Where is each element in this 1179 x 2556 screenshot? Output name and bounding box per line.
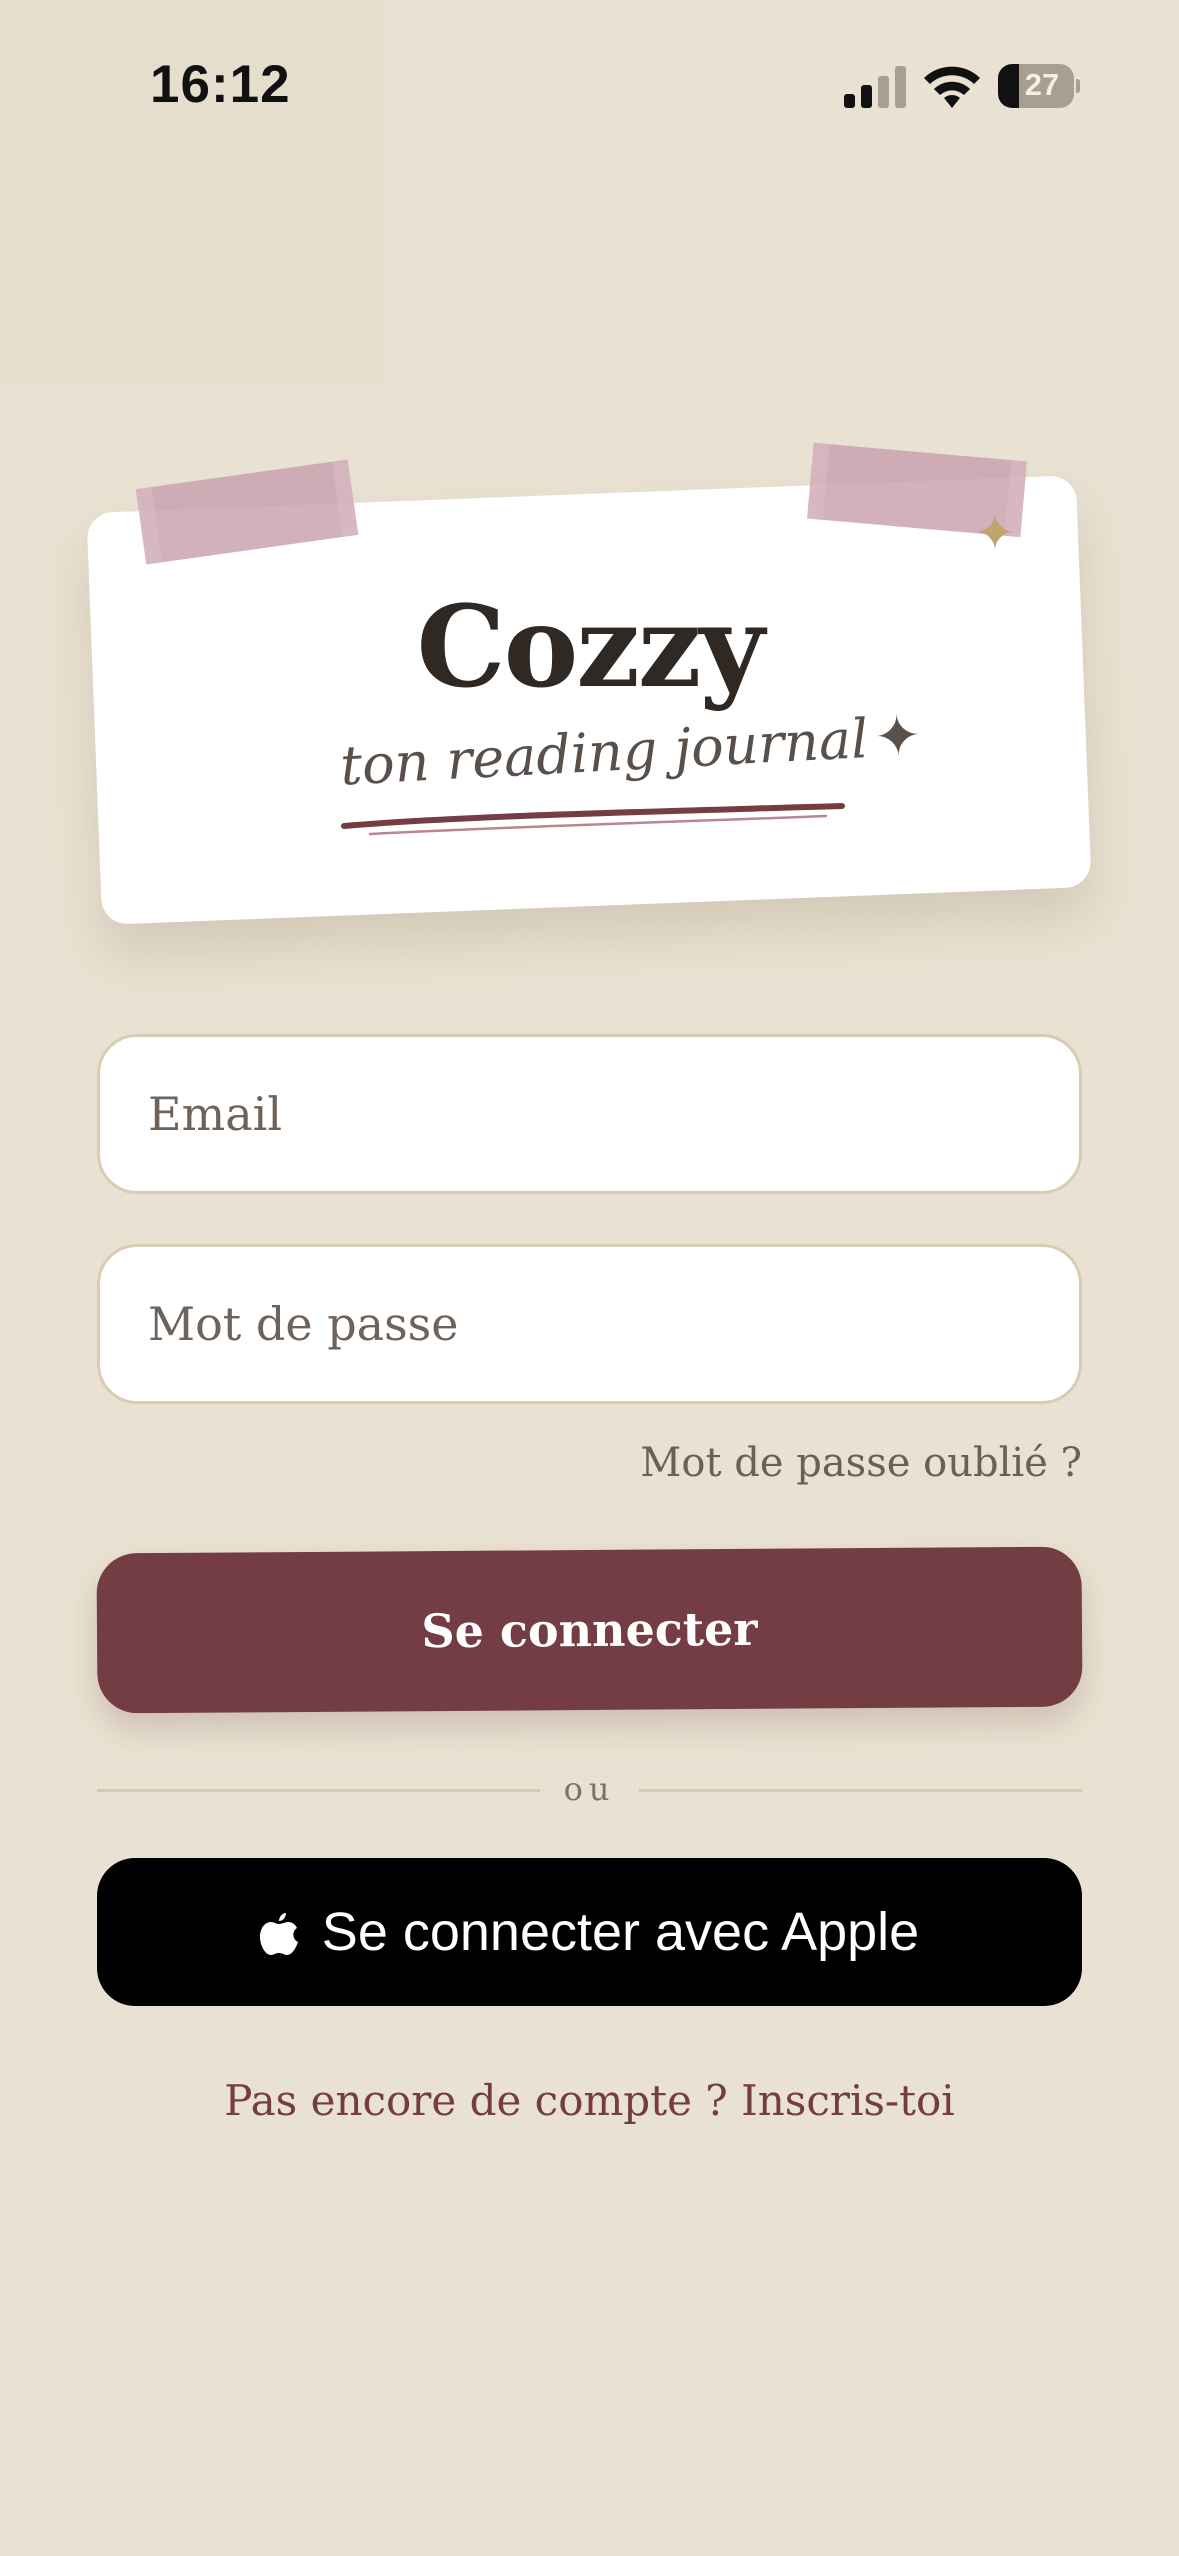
- signup-link[interactable]: Pas encore de compte ? Inscris-toi: [0, 2076, 1179, 2125]
- app-title: Cozzy: [416, 582, 764, 713]
- forgot-password-link[interactable]: Mot de passe oublié ?: [640, 1440, 1082, 1486]
- apple-button-label: Se connecter avec Apple: [321, 1902, 920, 1962]
- battery-body: 27: [998, 64, 1074, 108]
- apple-icon: [259, 1913, 298, 1955]
- signal-icon: [844, 66, 906, 108]
- email-field[interactable]: [97, 1034, 1082, 1194]
- status-time: 16:12: [150, 55, 291, 114]
- battery-level: 27: [1024, 67, 1060, 102]
- password-field[interactable]: [97, 1244, 1082, 1404]
- wifi-icon: [924, 66, 980, 108]
- login-screen: 16:12 27 ✦ Cozzy ton reading journal✦ Mo…: [0, 0, 1179, 2556]
- tagline-underline: [341, 803, 845, 836]
- battery-icon: 27: [998, 64, 1080, 108]
- apple-sign-in-button[interactable]: Se connecter avec Apple: [97, 1858, 1082, 2006]
- divider-line-right: [639, 1789, 1082, 1792]
- sparkle-icon: ✦: [872, 703, 923, 771]
- sparkle-icon: ✦: [974, 504, 1016, 562]
- login-button-label: Se connecter: [421, 1601, 758, 1659]
- divider-label: ou: [563, 1770, 616, 1808]
- login-button[interactable]: Se connecter: [96, 1546, 1083, 1714]
- battery-tip: [1076, 79, 1080, 93]
- divider-line-left: [97, 1789, 540, 1792]
